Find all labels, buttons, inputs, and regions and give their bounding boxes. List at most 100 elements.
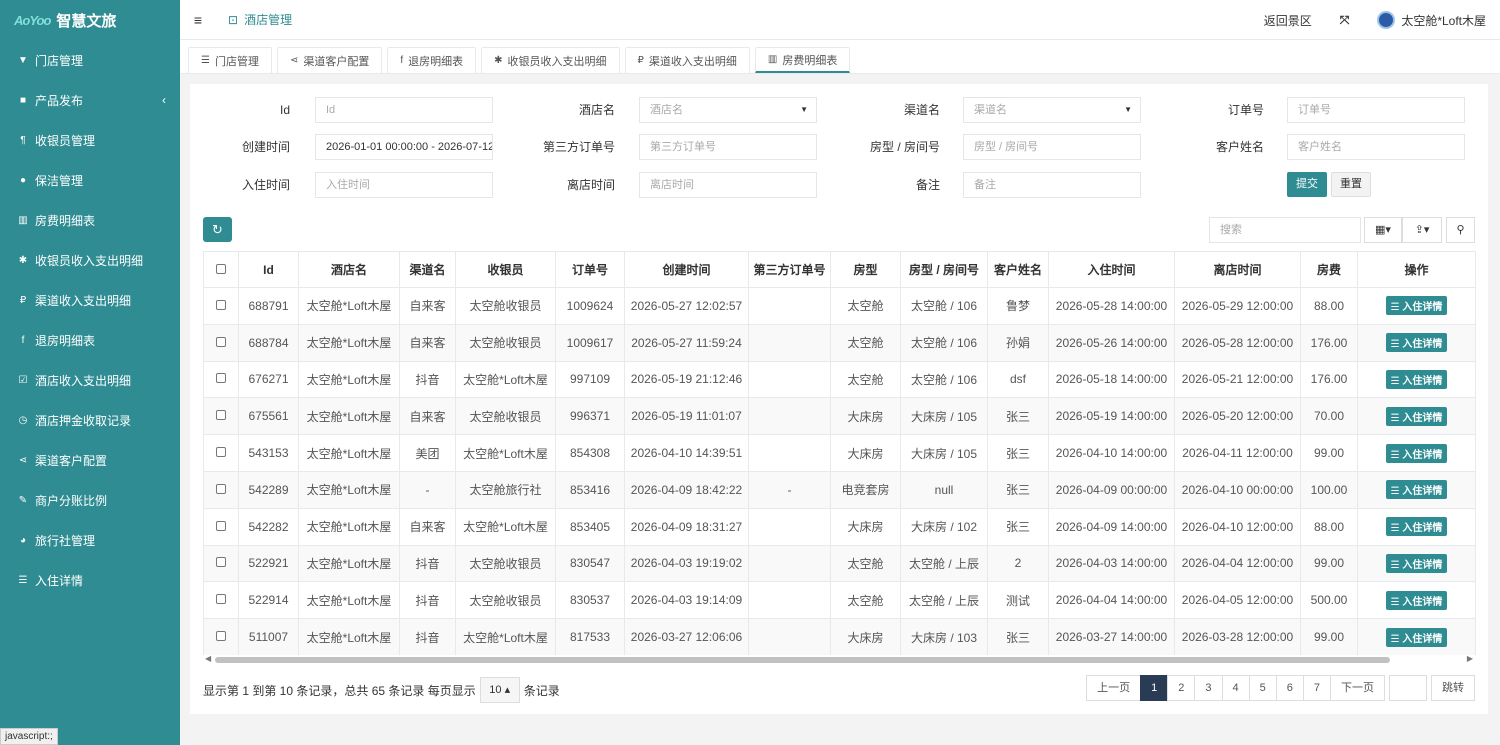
column-header[interactable]: 第三方订单号 xyxy=(748,251,831,288)
page-size-select[interactable]: 10 ▴ xyxy=(479,677,520,703)
page-button-2[interactable]: 2 xyxy=(1167,675,1196,701)
table-row[interactable]: 511007 太空舱*Loft木屋 抖音 太空舱*Loft木屋 817533 2026-0… xyxy=(203,618,1476,656)
sidebar-item-10[interactable]: ⋖ 渠道客户配置 xyxy=(0,440,180,480)
filter-room-input[interactable]: 房型 / 房间号 xyxy=(963,134,1141,160)
table-row[interactable]: 522914 太空舱*Loft木屋 抖音 太空舱收银员 830537 2026-04-03… xyxy=(203,581,1476,619)
column-header[interactable]: 创建时间 xyxy=(624,251,749,288)
filter-order-input[interactable]: 订单号 xyxy=(1287,97,1465,123)
tab-4[interactable]: ₽ 渠道收入支出明细 xyxy=(624,47,750,73)
row-checkbox[interactable] xyxy=(216,520,226,531)
sidebar-item-4[interactable]: ▥ 房费明细表 xyxy=(0,200,180,240)
row-checkbox[interactable] xyxy=(216,483,226,494)
column-header[interactable]: 收银员 xyxy=(455,251,556,288)
horizontal-scrollbar[interactable]: ◀ ▶ xyxy=(203,654,1475,666)
checkin-detail-button[interactable]: ☰ 入住详情 xyxy=(1385,333,1448,353)
column-header[interactable]: 入住时间 xyxy=(1048,251,1175,288)
return-scenic-link[interactable]: 返回景区 xyxy=(1250,12,1326,29)
row-checkbox[interactable] xyxy=(216,557,226,568)
checkin-detail-button[interactable]: ☰ 入住详情 xyxy=(1385,590,1448,610)
sidebar-item-5[interactable]: ✱ 收银员收入支出明细 xyxy=(0,240,180,280)
column-header[interactable]: 酒店名 xyxy=(298,251,400,288)
filter-checkout-input[interactable]: 离店时间 xyxy=(639,172,817,198)
column-header[interactable]: 房费 xyxy=(1300,251,1358,288)
submit-button[interactable]: 提交 xyxy=(1287,172,1327,197)
top-tab-hotel-management[interactable]: ⊡ 酒店管理 xyxy=(216,0,304,40)
tab-1[interactable]: ⋖ 渠道客户配置 xyxy=(276,47,383,73)
sidebar-item-6[interactable]: ₽ 渠道收入支出明细 xyxy=(0,280,180,320)
filter-created-input[interactable]: 2026-01-01 00:00:00 - 2026-07-12 xyxy=(315,134,493,160)
sidebar-item-1[interactable]: ■ 产品发布 ‹ xyxy=(0,80,180,120)
page-button-4[interactable]: 4 xyxy=(1221,675,1250,701)
column-header[interactable]: 操作 xyxy=(1357,251,1476,288)
column-header[interactable]: 客户姓名 xyxy=(987,251,1049,288)
sidebar-item-0[interactable]: ▼ 门店管理 xyxy=(0,40,180,80)
filter-third-order-input[interactable]: 第三方订单号 xyxy=(639,134,817,160)
scroll-left-icon[interactable]: ◀ xyxy=(205,654,211,663)
select-all-checkbox[interactable] xyxy=(216,263,226,274)
row-checkbox[interactable] xyxy=(216,594,226,605)
tab-0[interactable]: ☰ 门店管理 xyxy=(188,47,272,73)
table-row[interactable]: 675561 太空舱*Loft木屋 自来客 太空舱收银员 996371 2026-05-1… xyxy=(203,397,1476,435)
table-row[interactable]: 688784 太空舱*Loft木屋 自来客 太空舱收银员 1009617 2026-05-… xyxy=(203,323,1476,362)
export-icon[interactable]: ⇪▾ xyxy=(1402,217,1442,243)
filter-checkin-input[interactable]: 入住时间 xyxy=(315,172,493,198)
tab-2[interactable]: f 退房明细表 xyxy=(387,47,477,73)
page-button-6[interactable]: 6 xyxy=(1275,675,1304,701)
row-checkbox[interactable] xyxy=(216,631,226,642)
scrollbar-thumb[interactable] xyxy=(215,657,1390,663)
row-checkbox[interactable] xyxy=(216,447,226,458)
row-checkbox[interactable] xyxy=(216,373,226,384)
filter-customer-input[interactable]: 客户姓名 xyxy=(1287,134,1465,160)
row-checkbox[interactable] xyxy=(216,410,226,421)
refresh-icon[interactable]: ↻ xyxy=(203,217,232,242)
sidebar-item-11[interactable]: ✎ 商户分账比例 xyxy=(0,480,180,520)
column-header[interactable]: Id xyxy=(238,251,299,288)
checkin-detail-button[interactable]: ☰ 入住详情 xyxy=(1385,627,1448,647)
page-button-5[interactable]: 5 xyxy=(1248,675,1277,701)
tab-5[interactable]: ▥ 房费明细表 xyxy=(754,47,851,73)
table-row[interactable]: 542282 太空舱*Loft木屋 自来客 太空舱*Loft木屋 853405 2026-… xyxy=(203,507,1476,546)
next-page-button[interactable]: 下一页 xyxy=(1330,675,1385,701)
table-row[interactable]: 542289 太空舱*Loft木屋 - 太空舱旅行社 853416 2026-04-09 … xyxy=(203,470,1476,509)
table-row[interactable]: 688791 太空舱*Loft木屋 自来客 太空舱收银员 1009624 2026-05-… xyxy=(203,287,1476,325)
table-search-input[interactable]: 搜索 xyxy=(1209,217,1361,243)
user-menu[interactable]: 太空舱*Loft木屋 xyxy=(1363,11,1500,29)
filter-hotel-select[interactable]: 酒店名 ▼ xyxy=(639,97,817,123)
checkin-detail-button[interactable]: ☰ 入住详情 xyxy=(1385,296,1448,316)
filter-remark-input[interactable]: 备注 xyxy=(963,172,1141,198)
sidebar-item-2[interactable]: ¶ 收银员管理 xyxy=(0,120,180,160)
checkin-detail-button[interactable]: ☰ 入住详情 xyxy=(1385,369,1448,389)
checkin-detail-button[interactable]: ☰ 入住详情 xyxy=(1385,406,1448,426)
sidebar-item-13[interactable]: ☰ 入住详情 xyxy=(0,560,180,600)
page-button-3[interactable]: 3 xyxy=(1194,675,1223,701)
brand-logo[interactable]: AoYoo 智慧文旅 xyxy=(0,0,180,40)
sidebar-item-12[interactable]: ◕ 旅行社管理 xyxy=(0,520,180,560)
sidebar-item-7[interactable]: f 退房明细表 xyxy=(0,320,180,360)
jump-page-input[interactable] xyxy=(1389,675,1427,701)
page-button-1[interactable]: 1 xyxy=(1140,675,1169,701)
column-header[interactable]: 房型 xyxy=(830,251,901,288)
filter-channel-select[interactable]: 渠道名 ▼ xyxy=(963,97,1141,123)
row-checkbox[interactable] xyxy=(216,299,226,310)
page-button-7[interactable]: 7 xyxy=(1302,675,1331,701)
table-row[interactable]: 522921 太空舱*Loft木屋 抖音 太空舱收银员 830547 2026-04-03… xyxy=(203,544,1476,582)
filter-id-input[interactable]: Id xyxy=(315,97,493,123)
column-header[interactable]: 订单号 xyxy=(555,251,625,288)
search-icon[interactable]: ⚲ xyxy=(1446,217,1475,243)
column-header[interactable]: 房型 / 房间号 xyxy=(900,251,988,288)
scroll-right-icon[interactable]: ▶ xyxy=(1467,654,1473,663)
sidebar-item-3[interactable]: ● 保洁管理 xyxy=(0,160,180,200)
column-header[interactable]: 离店时间 xyxy=(1174,251,1301,288)
table-row[interactable]: 543153 太空舱*Loft木屋 美团 太空舱*Loft木屋 854308 2026-0… xyxy=(203,434,1476,472)
checkin-detail-button[interactable]: ☰ 入住详情 xyxy=(1385,443,1448,463)
column-header[interactable]: 渠道名 xyxy=(399,251,456,288)
tab-3[interactable]: ✱ 收银员收入支出明细 xyxy=(481,47,620,73)
menu-toggle-icon[interactable]: ≡ xyxy=(180,12,216,28)
jump-button[interactable]: 跳转 xyxy=(1431,675,1475,701)
sidebar-item-9[interactable]: ◷ 酒店押金收取记录 xyxy=(0,400,180,440)
sidebar-item-8[interactable]: ☑ 酒店收入支出明细 xyxy=(0,360,180,400)
fullscreen-icon[interactable]: ⤧ xyxy=(1326,13,1364,28)
table-row[interactable]: 676271 太空舱*Loft木屋 抖音 太空舱*Loft木屋 997109 2026-0… xyxy=(203,360,1476,398)
checkin-detail-button[interactable]: ☰ 入住详情 xyxy=(1385,553,1448,573)
row-checkbox[interactable] xyxy=(216,336,226,347)
